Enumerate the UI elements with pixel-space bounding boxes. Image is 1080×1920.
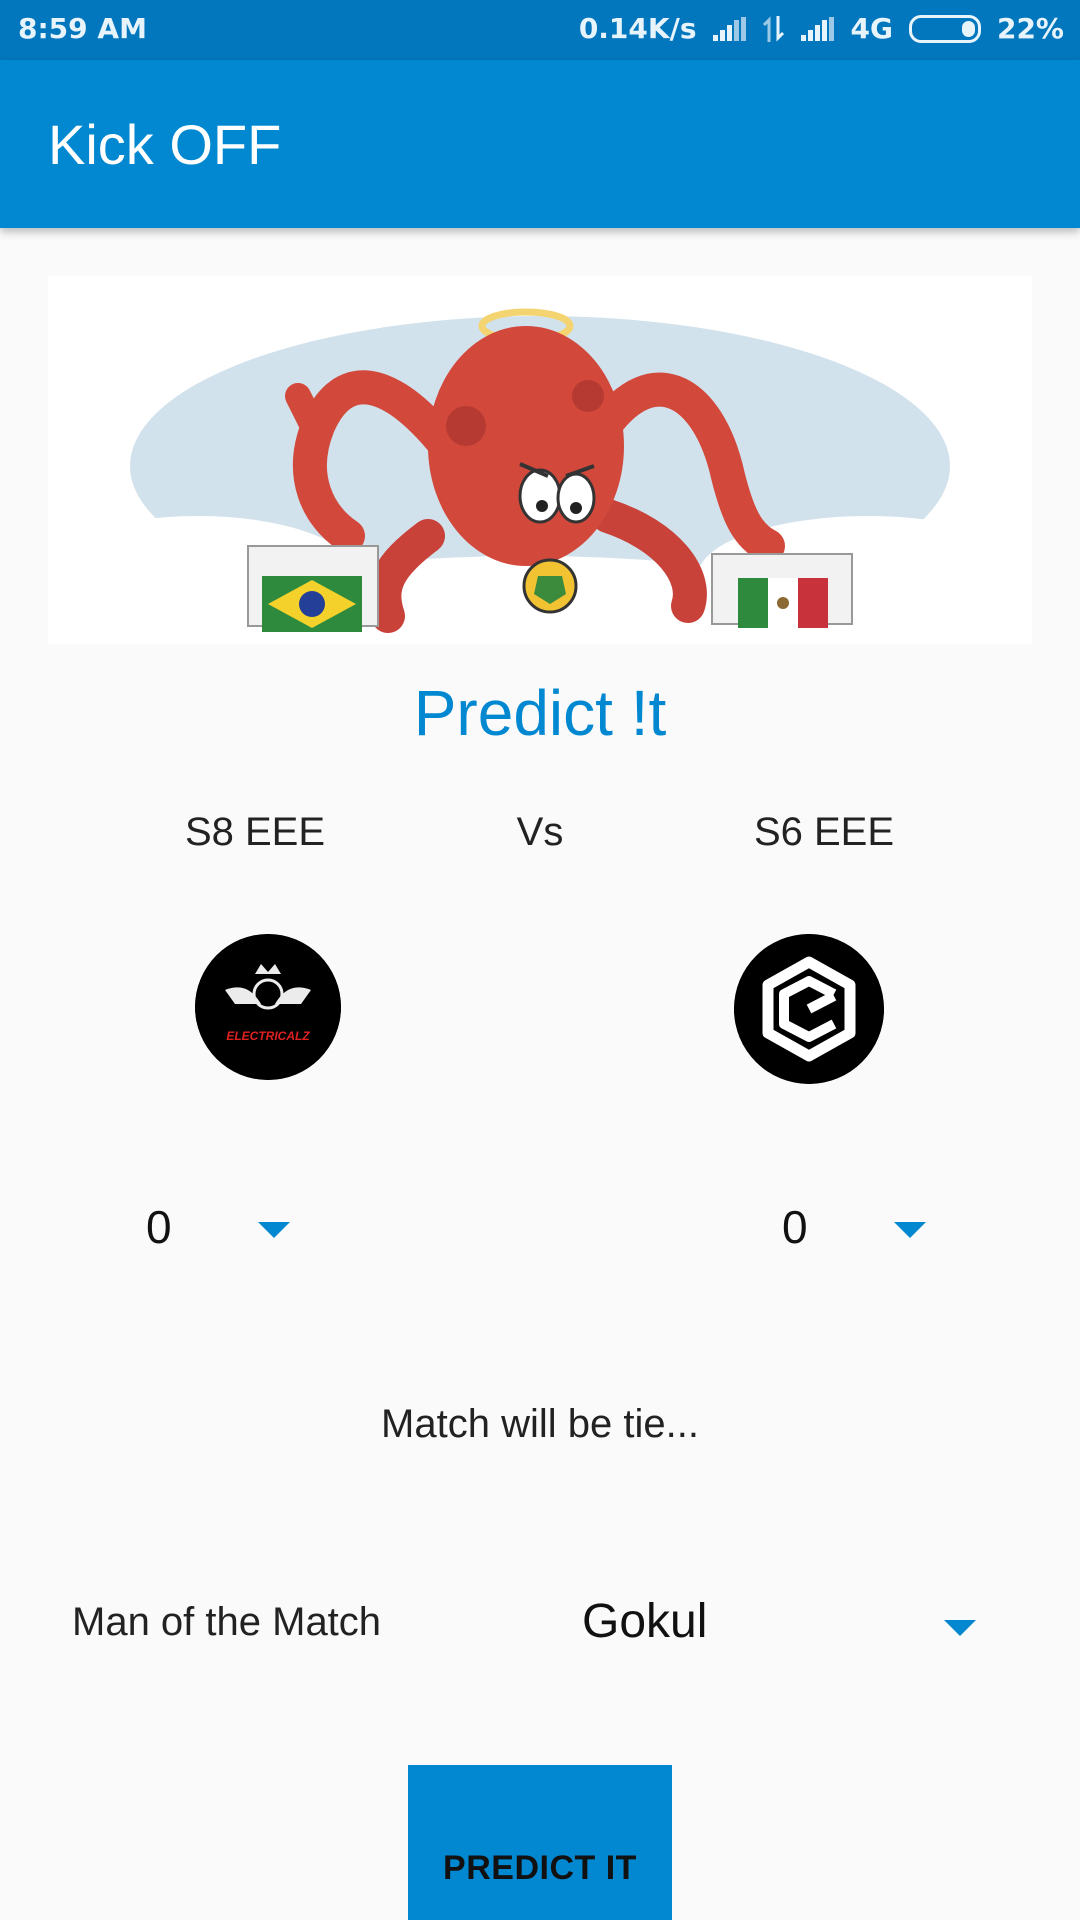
vs-label: Vs [516,810,564,854]
team-b-score-dropdown[interactable]: 0 [766,1190,966,1270]
signal-icon [712,16,747,41]
banner-image [48,276,1032,644]
team-a-score-dropdown[interactable]: 0 [130,1190,330,1270]
status-time: 8:59 AM [18,12,147,45]
team-b-name: S6 EEE [753,810,895,854]
app-title: Kick OFF [48,113,282,176]
prediction-result-text: Match will be tie... [381,1402,699,1446]
team-a-logo-text: ELECTRICALZ [226,1029,310,1043]
dropdown-arrow-icon [894,1222,926,1238]
dropdown-arrow-icon [258,1222,290,1238]
dropdown-arrow-icon [944,1620,976,1636]
signal-icon [800,16,835,41]
man-of-the-match-label: Man of the Match [72,1600,382,1644]
data-transfer-icon [762,15,785,42]
status-icons: 0.14K/s 4G 22% [579,12,1064,45]
man-of-the-match-dropdown[interactable]: Gokul [560,1586,990,1666]
predict-it-button-label: PREDICT IT [443,1849,637,1887]
man-of-the-match-value: Gokul [582,1595,708,1648]
battery-percent: 22% [996,12,1064,45]
predict-it-button[interactable]: PREDICT IT [408,1765,672,1920]
team-a-logo: ELECTRICALZ [195,934,341,1080]
predict-title: Predict !t [413,677,667,749]
team-a-name: S8 EEE [184,810,326,854]
team-b-score-value: 0 [782,1201,808,1253]
team-a-score-value: 0 [146,1201,172,1253]
team-b-logo [734,934,884,1084]
network-speed: 0.14K/s [578,12,697,45]
battery-icon [908,14,981,43]
app-bar: Kick OFF [0,60,1080,228]
status-bar: 8:59 AM 0.14K/s 4G 22% [0,0,1080,60]
network-type: 4G [850,12,893,45]
